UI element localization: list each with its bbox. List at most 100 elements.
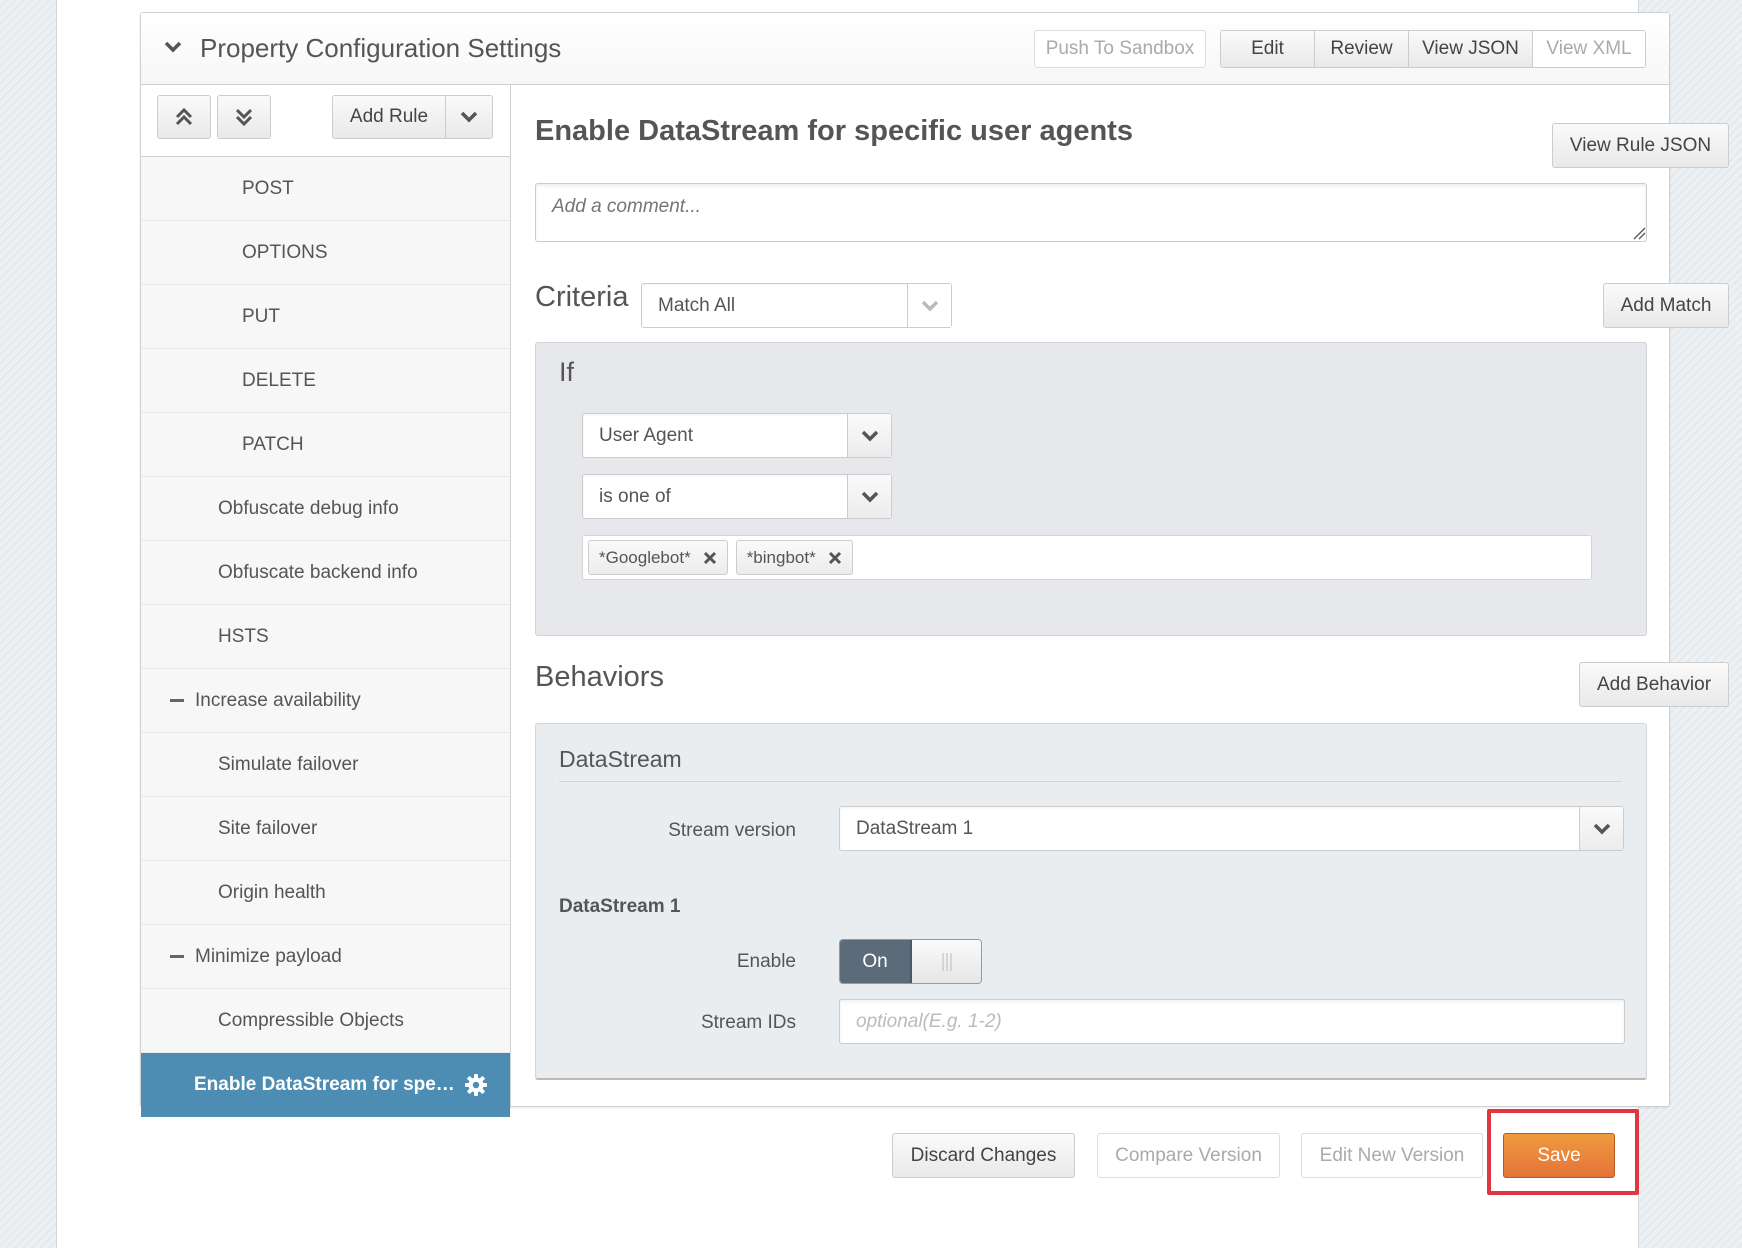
collapse-minus-icon[interactable] xyxy=(170,955,184,958)
remove-icon[interactable] xyxy=(828,551,842,565)
panel-header: Property Configuration Settings Push To … xyxy=(141,13,1669,85)
match-mode-select[interactable]: Match All xyxy=(641,283,952,328)
chevron-down-icon xyxy=(861,430,878,441)
tree-item-label: POST xyxy=(242,177,294,199)
enable-toggle[interactable]: On xyxy=(839,939,982,984)
enable-label: Enable xyxy=(736,951,796,972)
tree-item-label: Minimize payload xyxy=(195,945,342,967)
match-mode-value: Match All xyxy=(658,294,736,316)
stream-version-select[interactable]: DataStream 1 xyxy=(839,806,1624,851)
tree-item-post[interactable]: POST xyxy=(141,157,510,221)
tree-toolbar: Add Rule xyxy=(141,85,510,157)
value-chip: *bingbot* xyxy=(735,540,853,575)
match-mode-arrow xyxy=(907,284,951,327)
double-chevron-down-icon xyxy=(235,108,253,127)
remove-icon[interactable] xyxy=(703,551,717,565)
tree-item-label: Enable DataStream for spe… xyxy=(194,1074,455,1095)
tree-item-label: DELETE xyxy=(242,369,316,391)
tree-item-obfuscate-debug[interactable]: Obfuscate debug info xyxy=(141,477,510,541)
view-rule-json-button[interactable]: View Rule JSON xyxy=(1552,123,1729,168)
tree-item-put[interactable]: PUT xyxy=(141,285,510,349)
condition-field-select[interactable]: User Agent xyxy=(582,413,892,458)
condition-field-value: User Agent xyxy=(599,424,693,446)
save-highlight-box xyxy=(1487,1109,1639,1195)
tree-item-label: Obfuscate backend info xyxy=(218,561,418,583)
add-rule-button[interactable]: Add Rule xyxy=(333,96,446,138)
grip-lines-icon xyxy=(942,952,951,971)
condition-field-arrow xyxy=(847,414,891,457)
if-label: If xyxy=(559,357,575,387)
condition-operator-value: is one of xyxy=(599,485,671,507)
tree-item-obfuscate-backend[interactable]: Obfuscate backend info xyxy=(141,541,510,605)
tree-item-options[interactable]: OPTIONS xyxy=(141,221,510,285)
toggle-handle[interactable] xyxy=(912,940,981,983)
tab-view-xml[interactable]: View XML xyxy=(1533,31,1645,67)
chevron-down-icon xyxy=(921,300,938,311)
tree-item-hsts[interactable]: HSTS xyxy=(141,605,510,669)
tree-item-label: PATCH xyxy=(242,433,304,455)
add-rule-dropdown[interactable] xyxy=(446,96,492,138)
chip-label: *bingbot* xyxy=(746,547,816,567)
chip-label: *Googlebot* xyxy=(599,547,691,567)
tab-review[interactable]: Review xyxy=(1315,31,1409,67)
stream-ids-input[interactable]: optional(E.g. 1-2) xyxy=(839,999,1625,1044)
chevron-down-icon[interactable] xyxy=(163,37,183,57)
discard-changes-button[interactable]: Discard Changes xyxy=(892,1133,1075,1178)
tree-item-compressible-objects[interactable]: Compressible Objects xyxy=(141,989,510,1053)
tab-edit[interactable]: Edit xyxy=(1221,31,1315,67)
tree-item-label: Increase availability xyxy=(195,689,361,711)
tree-item-increase-availability[interactable]: Increase availability xyxy=(141,669,510,733)
add-behavior-button[interactable]: Add Behavior xyxy=(1579,662,1729,707)
property-config-panel: Property Configuration Settings Push To … xyxy=(140,12,1729,1117)
behavior-name: DataStream xyxy=(559,746,682,772)
rule-editor: Enable DataStream for specific user agen… xyxy=(511,85,1729,1106)
rule-list: POST OPTIONS PUT DELETE PATCH Obfuscate … xyxy=(141,157,510,1117)
view-mode-tabs: Edit Review View JSON View XML xyxy=(1220,30,1646,68)
chevron-down-icon xyxy=(1593,823,1610,834)
tree-item-enable-datastream[interactable]: Enable DataStream for spe… xyxy=(141,1053,510,1117)
condition-operator-select[interactable]: is one of xyxy=(582,474,892,519)
rule-tree: Add Rule POST OPTIONS PUT DELETE PATCH O… xyxy=(141,85,511,1117)
tree-item-origin-health[interactable]: Origin health xyxy=(141,861,510,925)
gear-icon[interactable] xyxy=(464,1073,488,1097)
tree-item-label: OPTIONS xyxy=(242,241,328,263)
add-rule-split-button: Add Rule xyxy=(332,95,493,139)
move-up-button[interactable] xyxy=(157,95,211,139)
behaviors-heading: Behaviors xyxy=(535,661,664,693)
panel-title: Property Configuration Settings xyxy=(200,33,562,63)
tree-item-label: Simulate failover xyxy=(218,753,359,775)
tree-item-simulate-failover[interactable]: Simulate failover xyxy=(141,733,510,797)
tree-item-label: Obfuscate debug info xyxy=(218,497,399,519)
comment-input[interactable] xyxy=(535,183,1647,242)
tree-item-delete[interactable]: DELETE xyxy=(141,349,510,413)
toggle-on-label: On xyxy=(840,940,912,983)
criteria-heading: Criteria xyxy=(535,281,629,313)
move-down-button[interactable] xyxy=(217,95,271,139)
if-condition-box: If User Agent is one of *Googlebot* *bin… xyxy=(535,342,1647,636)
edit-new-version-button[interactable]: Edit New Version xyxy=(1301,1133,1483,1178)
stream-ids-placeholder: optional(E.g. 1-2) xyxy=(856,1010,1002,1032)
stream-version-label: Stream version xyxy=(668,820,796,841)
tree-item-label: PUT xyxy=(242,305,280,327)
tree-item-label: Origin health xyxy=(218,881,326,903)
datastream-subheading: DataStream 1 xyxy=(559,896,681,917)
tree-item-minimize-payload[interactable]: Minimize payload xyxy=(141,925,510,989)
chevron-down-icon xyxy=(460,111,478,123)
add-match-button[interactable]: Add Match xyxy=(1603,283,1729,328)
resize-grip-icon[interactable] xyxy=(1632,226,1646,240)
condition-operator-arrow xyxy=(847,475,891,518)
chevron-down-icon xyxy=(861,491,878,502)
tab-view-json[interactable]: View JSON xyxy=(1409,31,1533,67)
stream-version-value: DataStream 1 xyxy=(856,817,974,839)
compare-version-button[interactable]: Compare Version xyxy=(1097,1133,1280,1178)
page-background: Property Configuration Settings Push To … xyxy=(56,0,1729,1248)
behavior-datastream: DataStream Stream version DataStream 1 D… xyxy=(535,723,1647,1080)
tree-item-patch[interactable]: PATCH xyxy=(141,413,510,477)
value-chip: *Googlebot* xyxy=(588,540,728,575)
condition-values-input[interactable]: *Googlebot* *bingbot* xyxy=(582,535,1592,580)
collapse-minus-icon[interactable] xyxy=(170,699,184,702)
divider xyxy=(559,781,1622,782)
tree-item-site-failover[interactable]: Site failover xyxy=(141,797,510,861)
tree-item-label: Site failover xyxy=(218,817,318,839)
push-to-sandbox-button[interactable]: Push To Sandbox xyxy=(1034,30,1206,68)
